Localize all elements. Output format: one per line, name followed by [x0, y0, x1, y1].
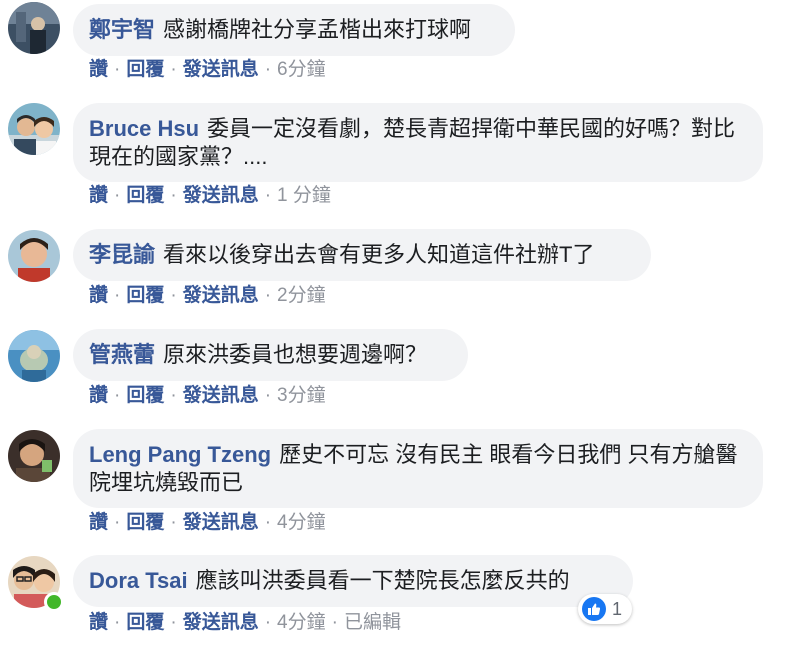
avatar-photo-icon: [8, 2, 60, 54]
comment-author[interactable]: 鄭宇智: [89, 17, 155, 42]
comment-author[interactable]: Dora Tsai: [89, 568, 188, 593]
like-link[interactable]: 讚: [89, 512, 108, 533]
like-link[interactable]: 讚: [89, 59, 108, 80]
send-message-link[interactable]: 發送訊息: [183, 285, 259, 306]
comment-text: 原來洪委員也想要週邊啊？: [163, 342, 428, 367]
comment-author[interactable]: Leng Pang Tzeng: [89, 442, 271, 467]
comment-time[interactable]: 1 分鐘: [277, 185, 331, 206]
comment-bubble: Dora Tsai 應該叫洪委員看一下楚院長怎麼反共的: [73, 555, 633, 607]
send-message-link[interactable]: 發送訊息: [183, 59, 259, 80]
comment-actions: 讚 · 回覆 · 發送訊息 · 4分鐘: [89, 512, 326, 533]
like-link[interactable]: 讚: [89, 385, 108, 406]
comment-bubble: 李昆諭 看來以後穿出去會有更多人知道這件社辦T了: [73, 229, 651, 281]
comment-text: 看來以後穿出去會有更多人知道這件社辦T了: [163, 242, 595, 267]
comment-actions: 讚 · 回覆 · 發送訊息 · 3分鐘: [89, 385, 326, 406]
comment-time[interactable]: 3分鐘: [277, 385, 326, 406]
comment-author[interactable]: 李昆諭: [89, 242, 155, 267]
comment-text: 感謝橋牌社分享孟楷出來打球啊: [163, 17, 472, 42]
comment-actions: 讚 · 回覆 · 發送訊息 · 1 分鐘: [89, 185, 331, 206]
reply-link[interactable]: 回覆: [126, 512, 164, 533]
comment-time[interactable]: 4分鐘: [277, 512, 326, 533]
reply-link[interactable]: 回覆: [126, 185, 164, 206]
reply-link[interactable]: 回覆: [126, 285, 164, 306]
avatar[interactable]: [8, 330, 60, 382]
comment-bubble: 管燕蕾 原來洪委員也想要週邊啊？: [73, 329, 468, 381]
like-link[interactable]: 讚: [89, 285, 108, 306]
online-status-indicator: [44, 592, 64, 612]
send-message-link[interactable]: 發送訊息: [183, 512, 259, 533]
like-link[interactable]: 讚: [89, 612, 108, 633]
edited-label[interactable]: 已編輯: [344, 612, 401, 633]
reply-link[interactable]: 回覆: [126, 385, 164, 406]
reaction-count: 1: [612, 598, 623, 619]
avatar-photo-icon: [8, 230, 60, 282]
avatar[interactable]: [8, 103, 60, 155]
comment-time[interactable]: 4分鐘: [277, 612, 326, 633]
send-message-link[interactable]: 發送訊息: [183, 185, 259, 206]
like-link[interactable]: 讚: [89, 185, 108, 206]
like-reaction-icon: [582, 597, 606, 621]
comment-text: 應該叫洪委員看一下楚院長怎麼反共的: [195, 568, 570, 593]
reaction-summary[interactable]: 1: [578, 594, 633, 624]
avatar[interactable]: [8, 430, 60, 482]
avatar-photo-icon: [8, 330, 60, 382]
send-message-link[interactable]: 發送訊息: [183, 385, 259, 406]
comment-actions: 讚 · 回覆 · 發送訊息 · 4分鐘 · 已編輯: [89, 612, 401, 633]
comment-bubble: Bruce Hsu 委員一定沒看劇，楚長青超捍衛中華民國的好嗎？對比現在的國家黨？…: [73, 103, 763, 182]
reply-link[interactable]: 回覆: [126, 612, 164, 633]
comment-time[interactable]: 2分鐘: [277, 285, 326, 306]
comment-actions: 讚 · 回覆 · 發送訊息 · 6分鐘: [89, 59, 326, 80]
avatar[interactable]: [8, 2, 60, 54]
comment-bubble: 鄭宇智 感謝橋牌社分享孟楷出來打球啊: [73, 4, 515, 56]
reply-link[interactable]: 回覆: [126, 59, 164, 80]
comment-author[interactable]: Bruce Hsu: [89, 116, 199, 141]
comment-time[interactable]: 6分鐘: [277, 59, 326, 80]
avatar-photo-icon: [8, 103, 60, 155]
comment-author[interactable]: 管燕蕾: [89, 342, 155, 367]
send-message-link[interactable]: 發送訊息: [183, 612, 259, 633]
comment-actions: 讚 · 回覆 · 發送訊息 · 2分鐘: [89, 285, 326, 306]
comment-bubble: Leng Pang Tzeng 歷史不可忘 沒有民主 眼看今日我們 只有方艙醫院埋…: [73, 429, 763, 508]
avatar[interactable]: [8, 230, 60, 282]
avatar-photo-icon: [8, 430, 60, 482]
